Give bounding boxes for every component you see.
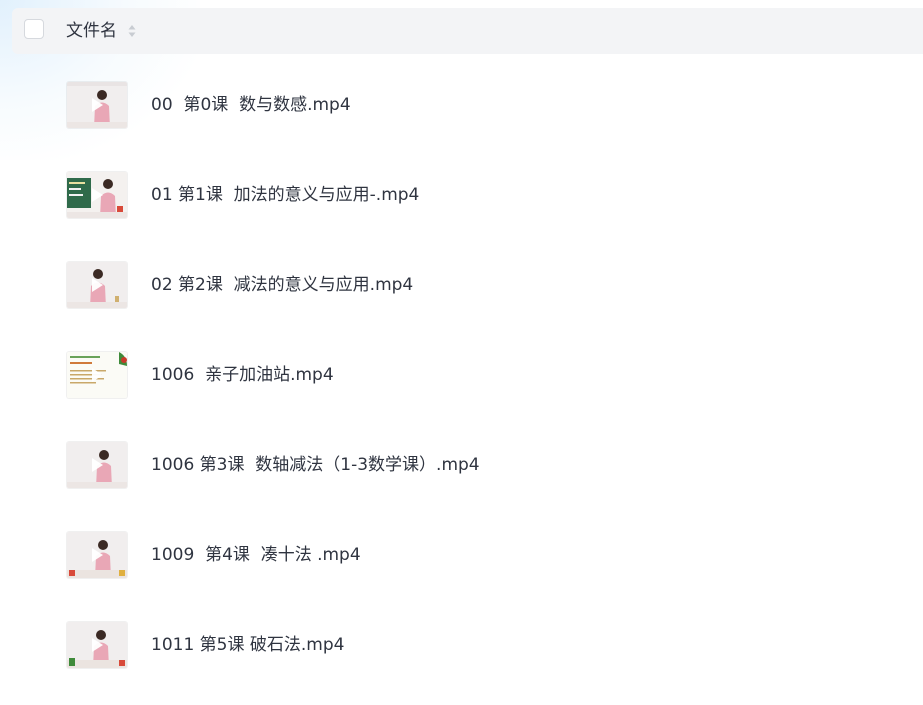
select-all-checkbox[interactable] [24, 19, 44, 39]
column-header-filename[interactable]: 文件名 [66, 20, 117, 42]
video-thumbnail [67, 262, 127, 308]
file-row[interactable]: 1009 第4课 凑十法 .mp4 [0, 510, 923, 600]
video-thumbnail [67, 172, 127, 218]
file-row[interactable]: 1006 第3课 数轴减法（1-3数学课）.mp4 [0, 420, 923, 510]
file-list-header: 文件名 [12, 8, 923, 54]
file-row[interactable]: 1006 亲子加油站.mp4 [0, 330, 923, 420]
file-name[interactable]: 02 第2课 减法的意义与应用.mp4 [151, 274, 413, 296]
file-name[interactable]: 1009 第4课 凑十法 .mp4 [151, 544, 361, 566]
file-row[interactable]: 1011 第5课 破石法.mp4 [0, 600, 923, 690]
video-thumbnail [67, 622, 127, 668]
file-name[interactable]: 01 第1课 加法的意义与应用-.mp4 [151, 184, 419, 206]
file-row[interactable]: 00 第0课 数与数感.mp4 [0, 60, 923, 150]
file-name[interactable]: 1011 第5课 破石法.mp4 [151, 634, 344, 656]
video-thumbnail [67, 352, 127, 398]
file-row[interactable]: 02 第2课 减法的意义与应用.mp4 [0, 240, 923, 330]
video-thumbnail [67, 532, 127, 578]
file-name[interactable]: 1006 第3课 数轴减法（1-3数学课）.mp4 [151, 454, 480, 476]
file-row[interactable]: 01 第1课 加法的意义与应用-.mp4 [0, 150, 923, 240]
video-thumbnail [67, 82, 127, 128]
video-thumbnail [67, 442, 127, 488]
file-name[interactable]: 00 第0课 数与数感.mp4 [151, 94, 351, 116]
sort-icon[interactable] [128, 22, 136, 40]
file-name[interactable]: 1006 亲子加油站.mp4 [151, 364, 334, 386]
